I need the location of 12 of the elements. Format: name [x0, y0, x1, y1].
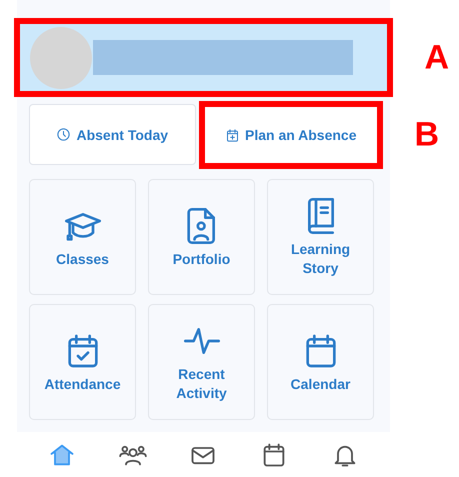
menu-tile[interactable]: Recent Activity: [148, 304, 255, 420]
annotation-label: A: [424, 38, 449, 77]
menu-tile[interactable]: Portfolio: [148, 179, 255, 295]
avatar: [30, 26, 92, 88]
action-button[interactable]: Absent Today: [29, 104, 196, 165]
menu-tile[interactable]: Learning Story: [267, 179, 374, 295]
menu-tile[interactable]: Classes: [29, 179, 136, 295]
menu-tile[interactable]: Calendar: [267, 304, 374, 420]
calendar-plus-icon: [224, 128, 240, 142]
clock-icon: [56, 127, 72, 142]
menu-tile[interactable]: Attendance: [29, 304, 136, 420]
annotation-label: B: [414, 116, 439, 154]
